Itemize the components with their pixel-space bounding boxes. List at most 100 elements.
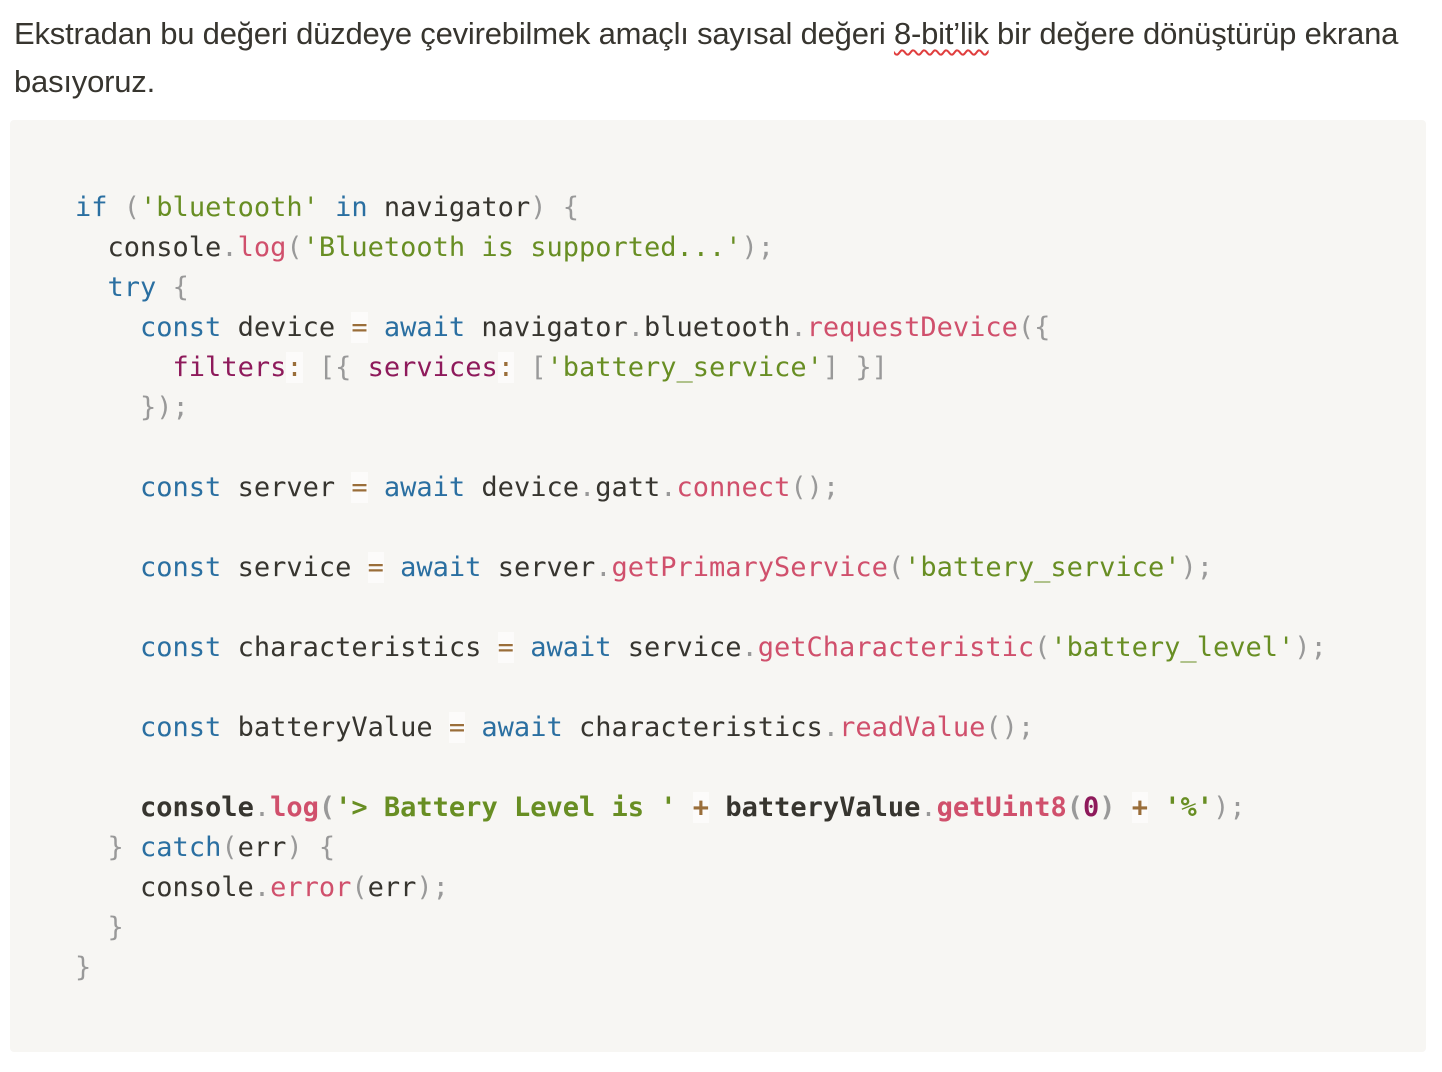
code-line: const service = await server.getPrimaryS… [75,548,1327,588]
code-token: await [530,632,612,663]
code-token: ( [286,232,303,263]
code-content: if ('bluetooth' in navigator) { console.… [75,188,1327,988]
code-line: const characteristics = await service.ge… [75,628,1327,668]
code-token: [ [530,352,547,383]
code-token: . [595,552,612,583]
code-line: const batteryValue = await characteristi… [75,708,1327,748]
code-token: navigator [367,192,531,223]
code-token: . [253,872,271,903]
code-token: . [920,792,937,823]
code-token: console [75,872,254,903]
code-token: err [237,832,287,863]
spelling-error-word[interactable]: 8-bit’lik [894,16,989,51]
code-token: . [741,632,758,663]
code-token: requestDevice [806,312,1018,343]
code-token: 'battery_service' [904,552,1181,583]
code-token: { [562,192,579,223]
code-line: } [75,908,1327,948]
code-token: log [237,232,287,263]
code-line: const device = await navigator.bluetooth… [75,308,1327,348]
code-token: await [481,712,563,743]
code-token: [{ [318,352,352,383]
code-token: await [383,472,466,503]
code-token: batteryValue [221,712,449,743]
code-token: filters [172,352,287,383]
code-token: = [351,472,368,503]
code-token: in [335,192,368,223]
code-token: service [221,552,368,583]
code-line: if ('bluetooth' in navigator) { [75,188,1327,228]
code-token: } [75,952,92,983]
code-token: + [692,792,710,823]
code-token: = [367,552,384,583]
code-token: ) [286,832,303,863]
code-token: 'battery_level' [1050,632,1295,663]
code-token: log [270,792,319,823]
code-token: console [75,232,222,263]
code-token: services [367,352,498,383]
code-token: ); [1294,632,1327,663]
code-token: ) [530,192,547,223]
code-line: filters: [{ services: ['battery_service'… [75,348,1327,388]
code-token: getCharacteristic [757,632,1035,663]
code-token: catch [140,832,222,863]
code-token: characteristics [221,632,498,663]
code-token: getPrimaryService [611,552,888,583]
code-token: batteryValue [725,792,921,823]
code-token: ); [1180,552,1213,583]
code-token: . [627,312,644,343]
code-token: error [270,872,352,903]
code-token: }); [140,392,189,423]
code-token: navigator [465,312,628,343]
code-token: . [660,472,677,503]
code-token: 'battery_service' [546,352,823,383]
code-line: console.error(err); [75,868,1327,908]
code-token: gatt [595,472,661,503]
code-line: }); [75,388,1327,428]
code-token: ( [887,552,905,583]
code-token: : [497,352,514,383]
code-token: getUint8 [936,792,1067,823]
code-token: 'Bluetooth is supported...' [302,232,742,263]
code-token: ( [1066,792,1083,823]
code-token: (); [985,712,1035,743]
code-token: = [448,712,466,743]
code-token: const [140,472,222,503]
code-token: err [367,872,417,903]
code-token: : [286,352,303,383]
code-token: ( [221,832,238,863]
code-token: 0 [1082,792,1100,823]
code-block[interactable]: if ('bluetooth' in navigator) { console.… [10,120,1426,1052]
code-token: const [140,632,222,663]
page: Ekstradan bu değeri düzdeye çevirebilmek… [0,0,1442,1072]
code-token: . [790,312,807,343]
code-token: try [107,272,157,303]
code-token: = [351,312,368,343]
code-token: await [383,312,466,343]
code-token: }] [855,352,888,383]
code-token: server [221,472,352,503]
code-token: console [140,792,254,823]
code-token: . [221,232,238,263]
code-token: ) [1099,792,1116,823]
code-line: try { [75,268,1327,308]
